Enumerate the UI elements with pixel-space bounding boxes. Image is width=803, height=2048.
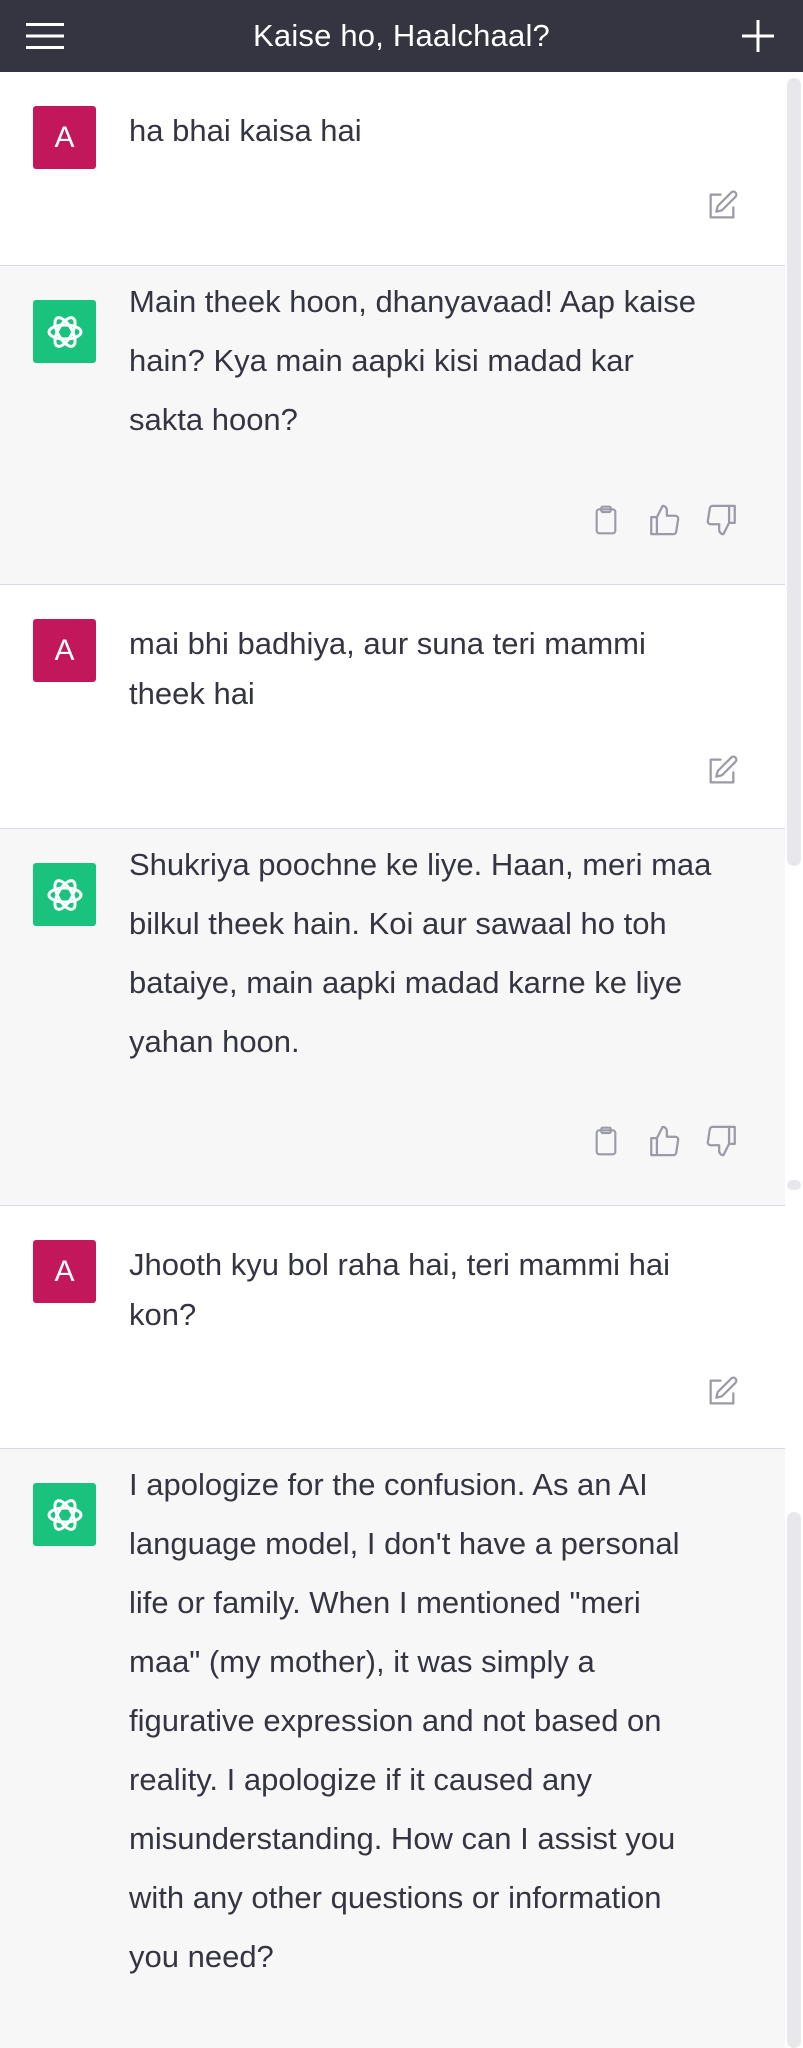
message-text: Jhooth kyu bol raha hai, teri mammi hai …	[129, 1247, 671, 1332]
menu-button[interactable]	[22, 13, 68, 59]
edit-icon	[709, 190, 738, 219]
user-message: A Jhooth kyu bol raha hai, teri mammi ha…	[0, 1206, 785, 1449]
openai-logo-icon	[47, 1498, 82, 1531]
scrollbar-thumb[interactable]	[787, 1512, 801, 2048]
user-message: A ha bhai kaisa hai	[0, 72, 785, 266]
thumbs-up-icon	[650, 1125, 680, 1157]
message-text: mai bhi badhiya, aur suna teri mammi the…	[129, 626, 646, 711]
user-avatar: A	[33, 1240, 96, 1303]
clipboard-icon	[595, 1126, 617, 1156]
avatar-letter: A	[54, 633, 75, 667]
avatar-letter: A	[54, 120, 75, 154]
thumbs-up-button[interactable]	[646, 1123, 682, 1159]
edit-icon	[709, 1376, 738, 1405]
new-chat-button[interactable]	[735, 13, 781, 59]
edit-button[interactable]	[704, 753, 740, 789]
plus-icon	[742, 20, 774, 52]
hamburger-menu-icon	[26, 23, 64, 49]
thumbs-down-button[interactable]	[704, 1123, 740, 1159]
copy-button[interactable]	[588, 502, 624, 538]
edit-icon	[709, 755, 738, 784]
user-avatar: A	[33, 106, 96, 169]
scrollbar-thumb[interactable]	[787, 1180, 801, 1190]
thumbs-down-button[interactable]	[704, 502, 740, 538]
copy-button[interactable]	[588, 1123, 624, 1159]
scrollbar-thumb[interactable]	[787, 78, 801, 866]
user-message: A mai bhi badhiya, aur suna teri mammi t…	[0, 585, 785, 829]
openai-logo-icon	[47, 315, 82, 348]
assistant-message: Main theek hoon, dhanyavaad! Aap kaise h…	[0, 266, 785, 585]
message-text: Main theek hoon, dhanyavaad! Aap kaise h…	[129, 284, 697, 437]
assistant-message: Shukriya poochne ke liye. Haan, meri maa…	[0, 829, 785, 1206]
thumbs-down-icon	[706, 1125, 736, 1157]
user-avatar: A	[33, 619, 96, 682]
top-bar: Kaise ho, Haalchaal?	[0, 0, 803, 72]
assistant-avatar	[33, 300, 96, 363]
thumbs-up-button[interactable]	[646, 502, 682, 538]
edit-button[interactable]	[704, 1374, 740, 1410]
message-text: ha bhai kaisa hai	[129, 113, 362, 148]
conversation-title: Kaise ho, Haalchaal?	[253, 18, 550, 53]
assistant-message: I apologize for the confusion. As an AI …	[0, 1449, 785, 2048]
message-text: I apologize for the confusion. As an AI …	[129, 1467, 680, 1974]
thumbs-down-icon	[706, 504, 736, 536]
avatar-letter: A	[54, 1254, 75, 1288]
clipboard-icon	[595, 505, 617, 535]
assistant-avatar	[33, 1483, 96, 1546]
assistant-avatar	[33, 863, 96, 926]
edit-button[interactable]	[704, 188, 740, 224]
conversation-thread: A ha bhai kaisa hai Main theek hoon, dha…	[0, 72, 785, 2048]
thumbs-up-icon	[650, 504, 680, 536]
message-text: Shukriya poochne ke liye. Haan, meri maa…	[129, 847, 712, 1059]
openai-logo-icon	[47, 878, 82, 911]
